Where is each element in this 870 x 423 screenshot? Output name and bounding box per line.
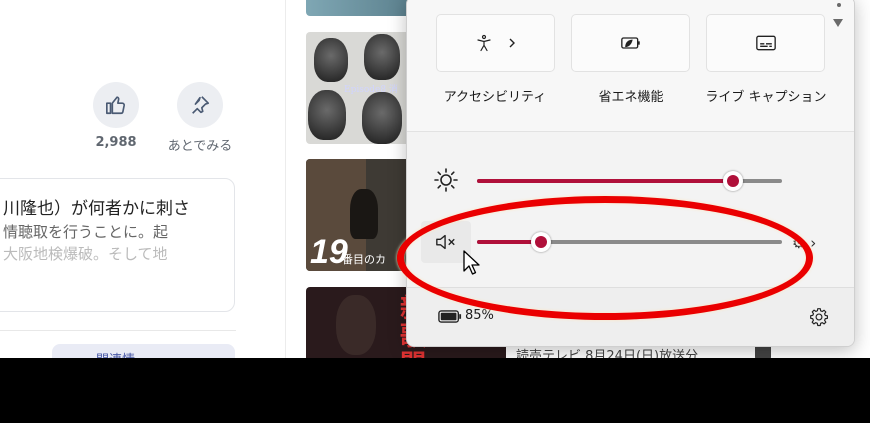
volume-output-chevron-icon[interactable]: ⚙ › (792, 234, 816, 252)
live-captions-icon (755, 35, 776, 51)
energy-saver-icon (620, 37, 640, 49)
thumbnail-caption: Episode8 消 (344, 85, 398, 95)
description-line: 川隆也）が何者かに刺さ (3, 199, 190, 219)
like-count: 2,988 (95, 135, 137, 150)
battery-icon (438, 310, 462, 323)
volume-slider[interactable] (477, 232, 782, 252)
description-line: 大阪地検爆破。そして地 (3, 245, 168, 263)
live-captions-label: ライブ キャプション (705, 90, 827, 105)
quick-settings-panel: アクセシビリティ 省エネ機能 ライブ キャプション ⚙ › 85% (406, 0, 855, 347)
brightness-slider-thumb[interactable] (723, 171, 744, 191)
related-info-button[interactable]: 関連情 (52, 344, 235, 358)
battery-percentage[interactable]: 85% (465, 308, 494, 323)
energy-saver-tile[interactable] (571, 14, 690, 72)
pin-icon (192, 96, 210, 114)
gear-icon[interactable] (809, 307, 829, 327)
thumbnail-caption: 番目のカ (342, 253, 386, 266)
watch-later-label: あとでみる (167, 139, 233, 154)
like-button[interactable] (93, 82, 139, 128)
brightness-slider[interactable] (477, 171, 782, 191)
video-main-column: 2,988 あとでみる 川隆也）が何者かに刺さ 情聴取を行うことに。起 大阪地検… (0, 0, 286, 358)
accessibility-tile[interactable] (436, 14, 555, 72)
chevron-down-icon[interactable] (833, 19, 843, 27)
accessibility-label: アクセシビリティ (443, 90, 547, 105)
mouse-cursor-icon (463, 250, 480, 275)
volume-slider-thumb[interactable] (531, 232, 552, 252)
accessibility-icon (476, 34, 491, 52)
brightness-slider-row (407, 161, 854, 201)
brightness-icon (421, 159, 471, 201)
description-card[interactable]: 川隆也）が何者かに刺さ 情聴取を行うことに。起 大阪地検爆破。そして地 (0, 178, 235, 312)
chevron-right-icon (509, 38, 515, 48)
live-captions-tile[interactable] (706, 14, 825, 72)
quick-settings-tiles: アクセシビリティ 省エネ機能 ライブ キャプション (407, 0, 854, 132)
quick-settings-footer: 85% (407, 287, 854, 346)
brightness-fill (477, 179, 734, 183)
energy-saver-label: 省エネ機能 (598, 90, 664, 105)
thumbs-up-icon (106, 96, 126, 115)
pager-dot[interactable] (837, 3, 841, 7)
volume-muted-icon (436, 234, 455, 250)
divider (0, 330, 236, 331)
description-line: 情聴取を行うことに。起 (3, 223, 169, 241)
watch-later-button[interactable] (177, 82, 223, 128)
